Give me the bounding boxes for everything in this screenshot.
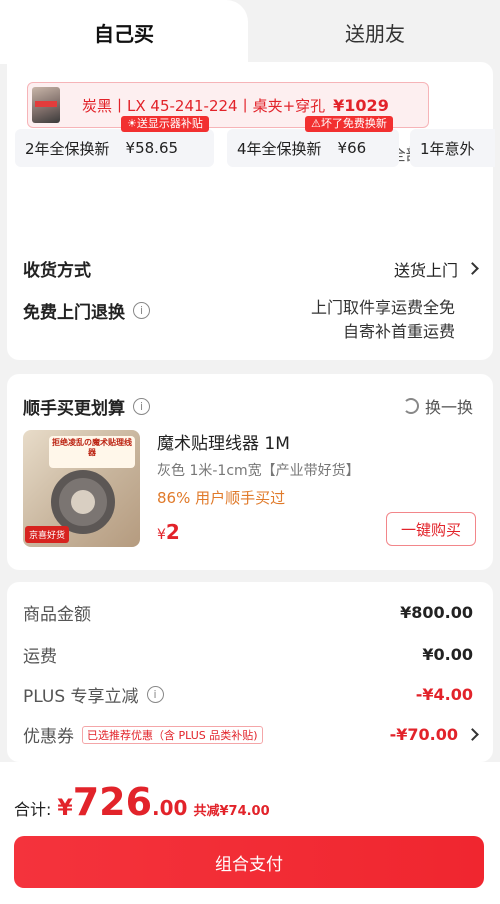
- total-saved: 共减¥74.00: [193, 804, 270, 819]
- plus-discount-label: PLUS 专享立减: [23, 687, 139, 707]
- recommend-price-value: 2: [165, 520, 180, 544]
- coupon-tag: 已选推荐优惠（含 PLUS 品类补贴): [82, 725, 263, 744]
- free-return-title: 免费上门退换: [23, 303, 125, 323]
- recommend-price: ¥2: [157, 520, 180, 544]
- checkout-bar: 合计: ¥ 726 .00 共减¥74.00 组合支付: [0, 762, 500, 904]
- coupon-value-wrap[interactable]: -¥70.00: [389, 725, 479, 744]
- service-options[interactable]: 2年全保换新 ¥58.65 ☀送显示器补贴 4年全保换新 ¥66 ⚠坏了免费换新…: [15, 116, 495, 176]
- service-badge: ☀送显示器补贴: [121, 116, 209, 132]
- free-return-row: 免费上门退换 i: [23, 298, 150, 323]
- delivery-row[interactable]: 收货方式 送货上门: [23, 256, 479, 281]
- coupon-label-wrap: 优惠券 已选推荐优惠（含 PLUS 品类补贴): [23, 722, 263, 747]
- recommend-card: 顺手买更划算 i 换一换 拒绝凌乱の魔术贴理线器 京喜好货 魔术贴理线器 1M …: [7, 374, 493, 570]
- recommend-currency: ¥: [157, 527, 166, 543]
- tab-bar: 自己买 送朋友: [0, 0, 500, 64]
- total-currency: ¥: [57, 796, 73, 821]
- image-header-text: 拒绝凌乱の魔术贴理线器: [49, 436, 135, 468]
- service-option-name: 1年意外: [420, 139, 475, 158]
- total-decimal: .00: [152, 796, 188, 820]
- delivery-title: 收货方式: [23, 261, 91, 281]
- info-icon[interactable]: i: [133, 398, 150, 415]
- service-option-price: ¥58.65: [125, 139, 179, 157]
- plus-discount-label-wrap: PLUS 专享立减 i: [23, 682, 164, 707]
- delivery-value[interactable]: 送货上门: [393, 257, 479, 281]
- service-option-name: 4年全保换新: [237, 139, 322, 158]
- free-return-desc: 上门取件享运费全免 自寄补首重运费: [311, 296, 455, 344]
- swap-button[interactable]: 换一换: [402, 394, 473, 418]
- recommend-title: 顺手买更划算 i: [23, 394, 150, 419]
- plus-discount-row: PLUS 专享立减 i -¥4.00: [23, 682, 473, 707]
- goods-amount-row: 商品金额 ¥800.00: [23, 600, 473, 625]
- total-label: 合计:: [14, 800, 52, 819]
- goods-amount-label: 商品金额: [23, 605, 91, 625]
- shipping-label: 运费: [23, 647, 57, 667]
- coupon-value: -¥70.00: [389, 725, 458, 744]
- product-spec: 炭黑丨LX 45-241-224丨桌夹+穿孔: [82, 96, 326, 115]
- total-integer: 726: [72, 780, 153, 824]
- combined-pay-button[interactable]: 组合支付: [14, 836, 484, 888]
- coupon-label: 优惠券: [23, 727, 74, 747]
- tab-self[interactable]: 自己买: [0, 0, 248, 64]
- coupon-row[interactable]: 优惠券 已选推荐优惠（含 PLUS 品类补贴) -¥70.00: [23, 722, 479, 747]
- shipping-row: 运费 ¥0.00: [23, 642, 473, 667]
- swap-label: 换一换: [424, 398, 473, 417]
- one-click-buy-button[interactable]: 一键购买: [386, 512, 476, 546]
- info-icon[interactable]: i: [133, 302, 150, 319]
- recommend-product-name[interactable]: 魔术贴理线器 1M: [157, 429, 290, 454]
- info-icon[interactable]: i: [146, 686, 164, 703]
- service-badge: ⚠坏了免费换新: [305, 116, 393, 132]
- recommend-title-label: 顺手买更划算: [23, 399, 125, 419]
- velcro-roll-illustration: [51, 470, 115, 534]
- service-option-price: ¥66: [337, 139, 367, 157]
- tab-gift[interactable]: 送朋友: [250, 0, 500, 64]
- service-option-1yr[interactable]: 1年意外: [410, 129, 495, 167]
- recommend-product-spec: 灰色 1米-1cm宽【产业带好货】: [157, 463, 360, 479]
- shipping-value: ¥0.00: [422, 645, 473, 664]
- service-option-2yr[interactable]: 2年全保换新 ¥58.65: [15, 129, 214, 167]
- refresh-icon: [402, 398, 419, 414]
- recommend-product-image[interactable]: 拒绝凌乱の魔术贴理线器 京喜好货: [23, 430, 140, 547]
- chevron-right-icon: [466, 262, 479, 275]
- free-return-line2: 自寄补首重运费: [342, 322, 455, 341]
- plus-discount-value: -¥4.00: [415, 685, 473, 704]
- delivery-value-label: 送货上门: [393, 260, 458, 280]
- chevron-right-icon: [466, 728, 479, 741]
- service-option-4yr[interactable]: 4年全保换新 ¥66: [227, 129, 399, 167]
- service-option-name: 2年全保换新: [25, 139, 110, 158]
- recommend-hot-label: 86% 用户顺手买过: [157, 489, 286, 507]
- product-price: ¥1029: [333, 95, 389, 115]
- price-summary-card: 商品金额 ¥800.00 运费 ¥0.00 PLUS 专享立减 i -¥4.00…: [7, 582, 493, 762]
- total-amount: 合计: ¥ 726 .00 共减¥74.00: [14, 780, 270, 824]
- goods-amount-value: ¥800.00: [400, 603, 473, 622]
- image-tag: 京喜好货: [25, 526, 70, 543]
- free-return-line1: 上门取件享运费全免: [310, 298, 455, 317]
